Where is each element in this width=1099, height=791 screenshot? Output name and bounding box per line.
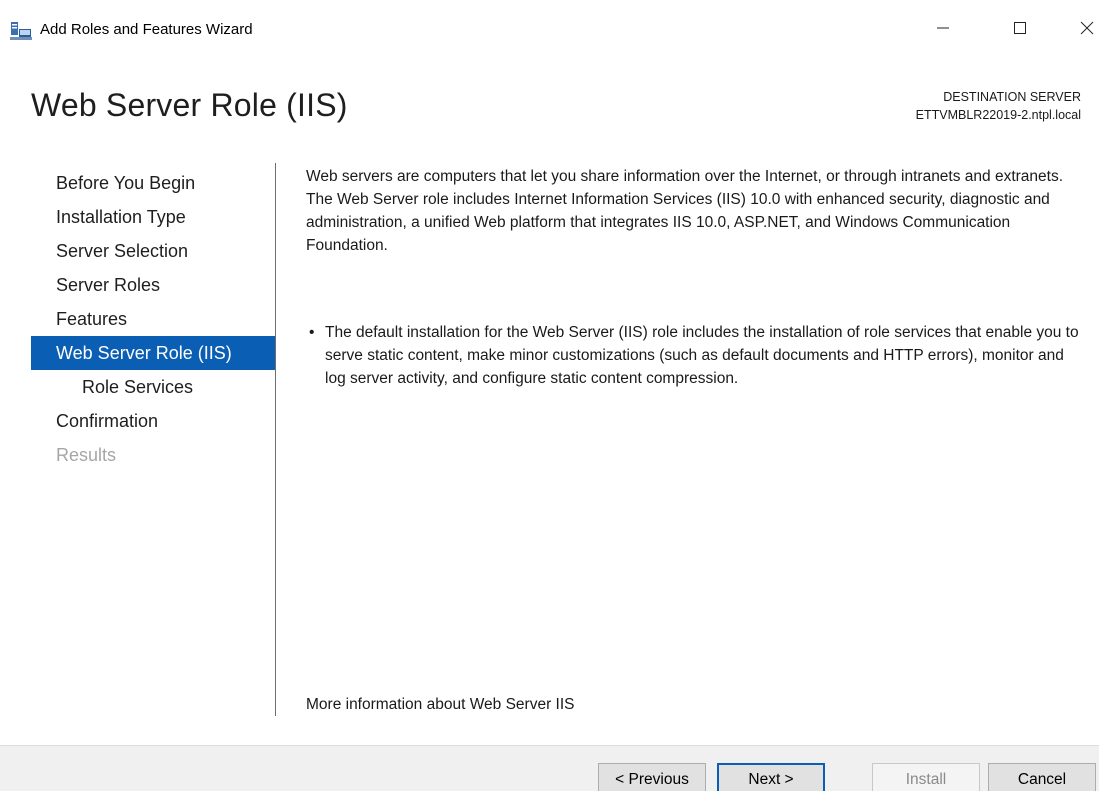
nav-item-server-selection[interactable]: Server Selection	[31, 234, 275, 268]
nav-item-installation-type[interactable]: Installation Type	[31, 200, 275, 234]
nav-item-role-services[interactable]: Role Services	[31, 370, 275, 404]
wizard-window: Add Roles and Features Wizard Web Server…	[0, 0, 1099, 791]
minimize-button[interactable]	[920, 10, 966, 50]
wizard-steps-nav: Before You Begin Installation Type Serve…	[31, 166, 275, 472]
nav-item-server-roles[interactable]: Server Roles	[31, 268, 275, 302]
nav-item-confirmation[interactable]: Confirmation	[31, 404, 275, 438]
close-button[interactable]	[1064, 10, 1099, 50]
install-button: Install	[872, 763, 980, 791]
bullet-icon: •	[309, 324, 315, 341]
server-manager-app-icon	[10, 22, 32, 40]
nav-item-features[interactable]: Features	[31, 302, 275, 336]
sidebar-divider	[275, 163, 276, 716]
wizard-footer: < Previous Next > Install Cancel	[0, 745, 1099, 791]
title-bar[interactable]: Add Roles and Features Wizard	[0, 0, 1099, 60]
window-title: Add Roles and Features Wizard	[40, 21, 253, 38]
role-description: Web servers are computers that let you s…	[306, 168, 1064, 254]
close-icon	[1080, 21, 1094, 40]
bullet-text: The default installation for the Web Ser…	[325, 324, 1079, 387]
minimize-icon	[936, 21, 950, 40]
list-item: • The default installation for the Web S…	[308, 321, 1086, 390]
role-notes-list: • The default installation for the Web S…	[308, 321, 1086, 390]
destination-server-name: ETTVMBLR22019-2.ntpl.local	[915, 108, 1081, 122]
destination-label: DESTINATION SERVER	[943, 90, 1081, 104]
cancel-button[interactable]: Cancel	[988, 763, 1096, 791]
maximize-button[interactable]	[997, 10, 1043, 50]
next-button[interactable]: Next >	[717, 763, 825, 791]
destination-server-info: DESTINATION SERVER ETTVMBLR22019-2.ntpl.…	[916, 88, 1081, 124]
main-content: Web servers are computers that let you s…	[306, 165, 1086, 387]
maximize-icon	[1013, 21, 1027, 40]
nav-item-results: Results	[56, 444, 117, 465]
previous-button[interactable]: < Previous	[598, 763, 706, 791]
page-title: Web Server Role (IIS)	[31, 87, 348, 123]
nav-item-web-server-role[interactable]: Web Server Role (IIS)	[31, 336, 275, 370]
nav-item-before-you-begin[interactable]: Before You Begin	[31, 166, 275, 200]
more-information-link[interactable]: More information about Web Server IIS	[306, 696, 575, 714]
